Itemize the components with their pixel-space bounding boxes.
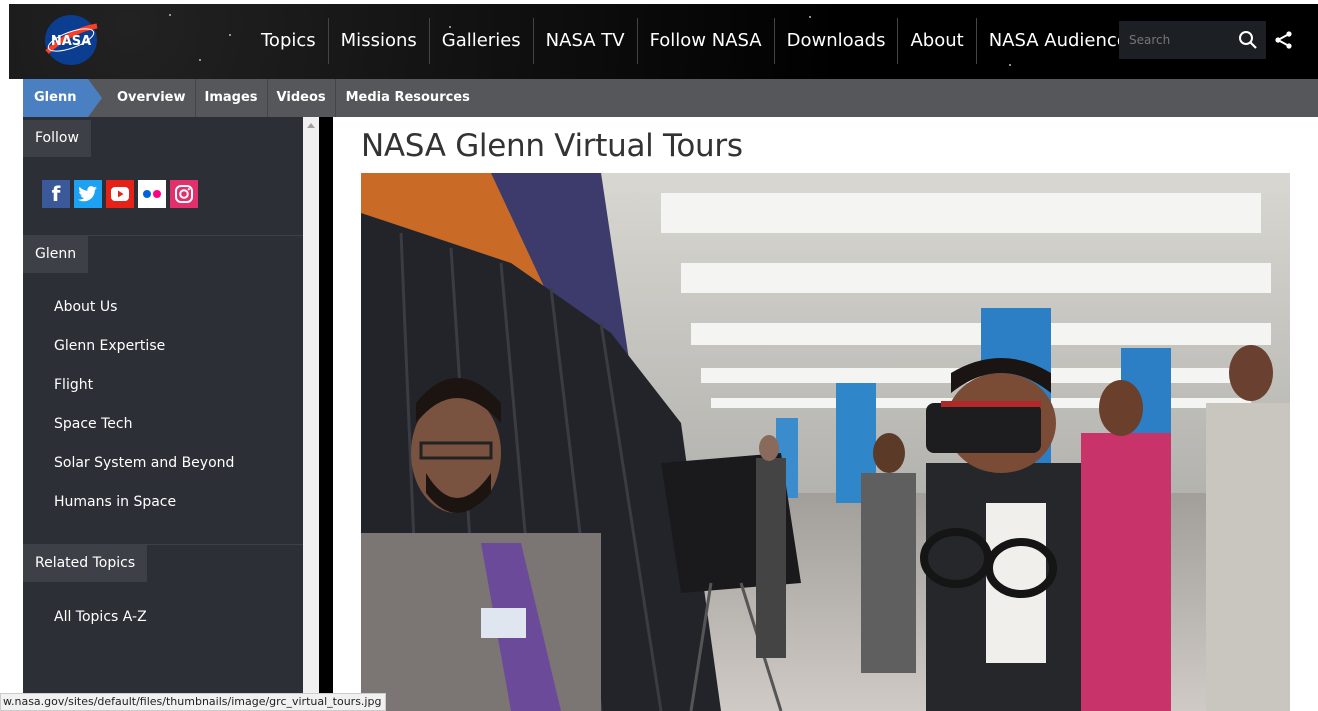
scroll-up-icon[interactable] (307, 123, 315, 128)
star-decoration (199, 59, 201, 61)
sidebar-link-flight[interactable]: Flight (54, 377, 93, 393)
nasa-logo-text: NASA (51, 34, 91, 49)
main-menu: Topics Missions Galleries NASA TV Follow… (249, 18, 1149, 64)
sidebar-heading-glenn: Glenn (23, 236, 89, 273)
sidebar: Follow f Glenn About Us Glenn Expertise … (23, 117, 303, 711)
sidebar-link-about-us[interactable]: About Us (54, 299, 117, 315)
sidebar-link-all-topics[interactable]: All Topics A-Z (54, 609, 147, 625)
sidebar-link-solar-system[interactable]: Solar System and Beyond (54, 455, 234, 471)
nasa-logo[interactable]: NASA (41, 12, 101, 68)
facebook-icon[interactable]: f (42, 180, 70, 208)
sidebar-scrollbar[interactable] (303, 117, 319, 711)
nav-topics[interactable]: Topics (249, 18, 328, 64)
nav-missions[interactable]: Missions (327, 18, 429, 64)
search-icon[interactable] (1238, 30, 1258, 50)
sidebar-heading-related-topics: Related Topics (23, 545, 148, 582)
nav-about[interactable]: About (897, 18, 975, 64)
star-decoration (169, 14, 171, 16)
sidebar-link-glenn-expertise[interactable]: Glenn Expertise (54, 338, 165, 354)
search-input[interactable] (1119, 21, 1229, 59)
sidebar-edge (319, 117, 333, 711)
top-navigation-bar: NASA Topics Missions Galleries NASA TV F… (9, 4, 1318, 79)
page-title: NASA Glenn Virtual Tours (361, 128, 743, 164)
share-icon[interactable] (1274, 30, 1294, 50)
section-navigation-bar: Glenn Overview Images Videos Media Resou… (23, 79, 1318, 117)
subnav-images[interactable]: Images (196, 79, 268, 117)
nav-galleries[interactable]: Galleries (428, 18, 533, 64)
nav-nasa-tv[interactable]: NASA TV (532, 18, 637, 64)
hero-photo[interactable] (361, 173, 1290, 711)
nav-downloads[interactable]: Downloads (773, 18, 898, 64)
star-decoration (1009, 64, 1011, 66)
subnav-videos[interactable]: Videos (268, 79, 336, 117)
nav-follow-nasa[interactable]: Follow NASA (636, 18, 774, 64)
sidebar-link-space-tech[interactable]: Space Tech (54, 416, 132, 432)
browser-status-url: w.nasa.gov/sites/default/files/thumbnail… (0, 693, 387, 711)
instagram-icon[interactable] (170, 180, 198, 208)
social-links: f (42, 180, 198, 208)
subnav-current-glenn[interactable]: Glenn (23, 79, 102, 117)
subnav-media-resources[interactable]: Media Resources (336, 79, 479, 117)
search-box (1119, 21, 1266, 59)
sidebar-link-humans-in-space[interactable]: Humans in Space (54, 494, 176, 510)
sidebar-heading-follow: Follow (23, 120, 91, 157)
subnav-overview[interactable]: Overview (88, 79, 196, 117)
star-decoration (229, 34, 231, 36)
youtube-icon[interactable] (106, 180, 134, 208)
twitter-icon[interactable] (74, 180, 102, 208)
flickr-icon[interactable] (138, 180, 166, 208)
page-edge (0, 0, 9, 711)
